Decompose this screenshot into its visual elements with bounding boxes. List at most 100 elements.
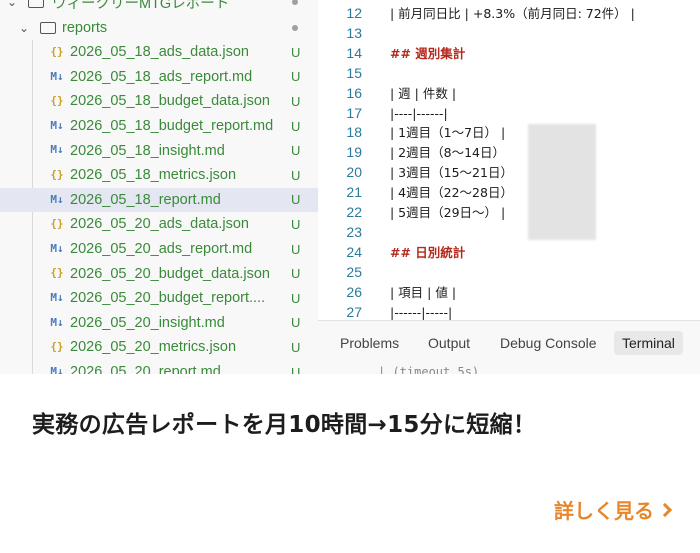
json-file-icon: {} bbox=[50, 217, 64, 231]
file-item[interactable]: {} 2026_05_20_metrics.json U bbox=[0, 335, 318, 360]
code-text: |------|-----| bbox=[390, 304, 453, 320]
code-line: 14 ## 週別集計 bbox=[318, 44, 700, 64]
markdown-heading: ## 週別集計 bbox=[390, 45, 466, 61]
file-item[interactable]: {} 2026_05_18_metrics.json U bbox=[0, 163, 318, 188]
line-number: 26 bbox=[346, 283, 362, 300]
file-explorer: ⌄ ウィークリーMTGレポート ⌄ reports {} 2026_05_18_a… bbox=[0, 0, 318, 374]
line-number: 25 bbox=[346, 263, 362, 280]
file-item[interactable]: M↓ 2026_05_18_report.md U bbox=[0, 187, 318, 213]
markdown-heading: ## 日別統計 bbox=[390, 244, 466, 260]
file-item[interactable]: M↓ 2026_05_18_insight.md U bbox=[0, 138, 318, 163]
code-text: | 4週目（22〜28日） bbox=[390, 185, 513, 201]
code-line: 16 | 週 | 件数 | bbox=[318, 84, 700, 104]
code-line: 13 bbox=[318, 24, 700, 44]
markdown-file-icon: M↓ bbox=[50, 241, 64, 255]
file-name: 2026_05_20_budget_data.json bbox=[70, 265, 270, 282]
code-text: | 週 | 件数 | bbox=[390, 85, 457, 101]
code-text: | 5週目（29日〜） | bbox=[390, 205, 506, 220]
code-text: | 2週目（8〜14日） bbox=[390, 145, 505, 161]
git-status-badge: U bbox=[291, 167, 301, 183]
code-line: 21 | 4週目（22〜28日） bbox=[318, 183, 700, 203]
code-line: 19 | 2週目（8〜14日） bbox=[318, 143, 700, 163]
markdown-file-icon: M↓ bbox=[50, 315, 64, 329]
json-file-icon: {} bbox=[50, 45, 64, 58]
line-number: 19 bbox=[346, 144, 362, 161]
file-name: 2026_05_20_insight.md bbox=[70, 314, 225, 331]
folder-icon bbox=[28, 0, 44, 8]
git-status-badge: U bbox=[291, 266, 301, 282]
line-number: 27 bbox=[346, 303, 362, 320]
tab-problems[interactable]: Problems bbox=[332, 331, 407, 355]
modified-dot bbox=[292, 0, 298, 5]
line-number: 23 bbox=[346, 223, 362, 240]
code-text: | 3週目（15〜21日） bbox=[390, 165, 513, 181]
code-line: 12 | 前月同日比 | +8.3%（前月同日: 72件） | bbox=[318, 4, 700, 24]
chevron-down-icon: ⌄ bbox=[18, 21, 30, 36]
code-line: 26 | 項目 | 値 | bbox=[318, 283, 700, 303]
git-status-badge: U bbox=[291, 241, 301, 257]
code-line: 27 |------|-----| bbox=[318, 303, 700, 321]
markdown-file-icon: M↓ bbox=[50, 192, 64, 206]
markdown-file-icon: M↓ bbox=[50, 364, 64, 374]
git-status-badge: U bbox=[291, 216, 301, 232]
line-number: 13 bbox=[346, 24, 362, 41]
code-line: 23 bbox=[318, 223, 700, 243]
file-name: 2026_05_18_ads_data.json bbox=[70, 44, 249, 61]
file-item[interactable]: {} 2026_05_20_budget_data.json U bbox=[0, 261, 318, 286]
git-status-badge: U bbox=[291, 93, 301, 109]
file-item[interactable]: M↓ 2026_05_18_ads_report.md U bbox=[0, 65, 318, 90]
tree-folder-reports[interactable]: ⌄ reports bbox=[0, 16, 318, 41]
file-name: 2026_05_18_budget_report.md bbox=[70, 118, 274, 135]
file-item[interactable]: M↓ 2026_05_20_ads_report.md U bbox=[0, 237, 318, 262]
markdown-file-icon: M↓ bbox=[50, 143, 64, 157]
code-line: 17 |----|------| bbox=[318, 104, 700, 124]
json-file-icon: {} bbox=[50, 168, 64, 181]
markdown-file-icon: M↓ bbox=[50, 291, 64, 304]
line-number: 17 bbox=[346, 104, 362, 121]
file-item[interactable]: M↓ 2026_05_20_budget_report.... U bbox=[0, 286, 318, 311]
json-file-icon: {} bbox=[50, 266, 64, 280]
code-text: | 項目 | 値 | bbox=[390, 284, 457, 300]
editor-screenshot: ⌄ ウィークリーMTGレポート ⌄ reports {} 2026_05_18_a… bbox=[0, 0, 700, 374]
git-status-badge: U bbox=[291, 192, 301, 208]
git-status-badge: U bbox=[291, 44, 301, 60]
tab-terminal[interactable]: Terminal bbox=[614, 331, 683, 355]
code-text: |----|------| bbox=[390, 105, 448, 121]
file-item[interactable]: {} 2026_05_20_ads_data.json U bbox=[0, 212, 318, 237]
folder-name: ウィークリーMTGレポート bbox=[52, 0, 230, 12]
code-line: 22 | 5週目（29日〜） | bbox=[318, 203, 700, 223]
code-line: 24 ## 日別統計 bbox=[318, 243, 700, 263]
file-name: 2026_05_18_budget_data.json bbox=[70, 93, 270, 110]
code-text: | 前月同日比 | +8.3%（前月同日: 72件） | bbox=[390, 6, 635, 21]
tab-output[interactable]: Output bbox=[420, 331, 478, 355]
modified-dot bbox=[292, 25, 298, 31]
chevron-down-icon: ⌄ bbox=[6, 0, 18, 10]
code-text: | 1週目（1〜7日） | bbox=[390, 125, 506, 141]
git-status-badge: U bbox=[291, 143, 301, 159]
code-line: 25 bbox=[318, 263, 700, 283]
git-status-badge: U bbox=[291, 118, 301, 134]
tree-parent-folder[interactable]: ⌄ ウィークリーMTGレポート bbox=[0, 0, 318, 15]
markdown-file-icon: M↓ bbox=[50, 118, 64, 132]
git-status-badge: U bbox=[291, 339, 301, 355]
file-name: 2026_05_18_ads_report.md bbox=[70, 68, 253, 85]
file-item[interactable]: {} 2026_05_18_budget_data.json U bbox=[0, 89, 318, 114]
file-item[interactable]: {} 2026_05_18_ads_data.json U bbox=[0, 40, 318, 65]
file-name: 2026_05_20_budget_report.... bbox=[70, 290, 266, 307]
git-status-badge: U bbox=[291, 315, 301, 331]
file-name: 2026_05_18_insight.md bbox=[70, 142, 225, 159]
code-line: 20 | 3週目（15〜21日） bbox=[318, 163, 700, 183]
chevron-right-icon bbox=[657, 502, 673, 517]
file-name: 2026_05_20_metrics.json bbox=[70, 339, 237, 356]
file-item[interactable]: M↓ 2026_05_20_report.md U bbox=[0, 360, 318, 374]
read-more-link[interactable]: 詳しく見る bbox=[554, 495, 673, 524]
code-editor[interactable]: 12 | 前月同日比 | +8.3%（前月同日: 72件） | 13 14 ## 週別集… bbox=[318, 0, 700, 320]
file-name: 2026_05_20_ads_report.md bbox=[70, 241, 253, 258]
file-item[interactable]: M↓ 2026_05_20_insight.md U bbox=[0, 311, 318, 336]
line-number: 21 bbox=[346, 184, 362, 201]
git-status-badge: U bbox=[291, 69, 301, 85]
file-name: 2026_05_18_report.md bbox=[70, 191, 221, 208]
folder-name: reports bbox=[62, 20, 108, 37]
tab-debug-console[interactable]: Debug Console bbox=[492, 331, 605, 355]
file-item[interactable]: M↓ 2026_05_18_budget_report.md U bbox=[0, 114, 318, 139]
